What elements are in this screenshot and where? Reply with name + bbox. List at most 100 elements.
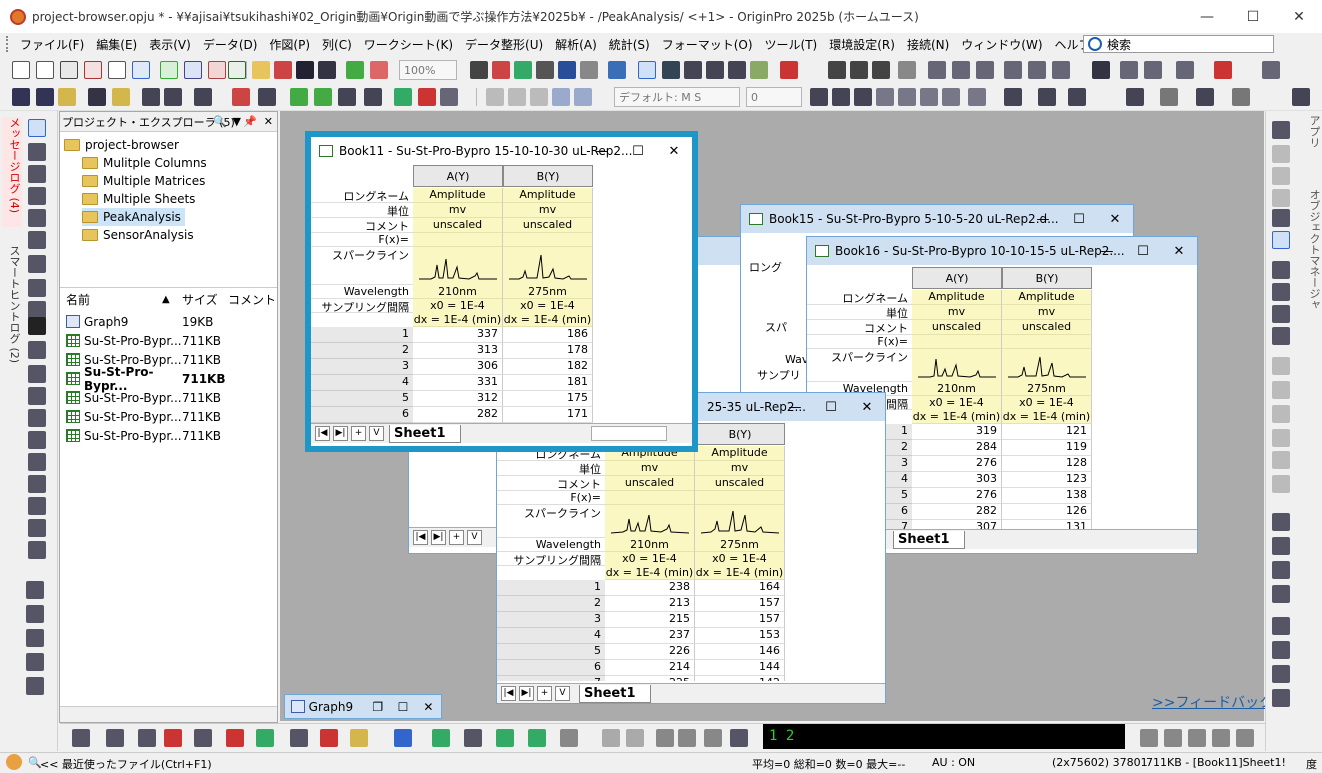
export-icon[interactable] — [208, 61, 226, 79]
dock-2-icon[interactable] — [1164, 729, 1182, 747]
line-spacing-icon[interactable] — [1038, 88, 1056, 106]
column-header-b[interactable]: B(Y) — [695, 423, 785, 445]
close-button[interactable]: ✕ — [1276, 0, 1322, 33]
layout-2-icon[interactable] — [1272, 283, 1290, 301]
table-cell[interactable]: 282 — [912, 504, 1002, 520]
front-icon[interactable] — [1272, 231, 1290, 249]
circle-tool-icon[interactable] — [26, 605, 44, 623]
minimize-icon[interactable]: — — [1025, 212, 1061, 227]
text-tool-icon[interactable] — [28, 317, 46, 335]
plot-setup-icon[interactable] — [394, 88, 412, 106]
dock-4-icon[interactable] — [1212, 729, 1230, 747]
row-number[interactable]: 1 — [497, 580, 605, 596]
minimize-button[interactable]: — — [1184, 0, 1230, 33]
layout-1-icon[interactable] — [1272, 261, 1290, 279]
command-window[interactable]: 1 2 — [763, 724, 1125, 749]
arrange-3-icon[interactable] — [1272, 405, 1290, 423]
prev-sheet-button[interactable]: ▶| — [333, 426, 348, 441]
table-cell[interactable]: 144 — [695, 660, 785, 676]
font-grow-icon[interactable] — [968, 88, 986, 106]
column-plot-icon[interactable] — [952, 61, 970, 79]
origin-app-icon[interactable] — [10, 8, 26, 25]
reader-icon[interactable] — [28, 209, 46, 227]
line-symbol-icon[interactable] — [138, 729, 156, 747]
first-sheet-button[interactable]: |◀ — [501, 686, 516, 701]
worksheet-grid[interactable]: B(Y) ロングネーム Amplitude Amplitude 単位 mv mv… — [497, 423, 867, 681]
maximize-icon[interactable]: ☐ — [1061, 212, 1097, 227]
restore-icon[interactable]: ❐ — [365, 700, 390, 714]
minimize-icon[interactable]: — — [1089, 244, 1125, 259]
undo-disabled-icon[interactable] — [552, 88, 570, 106]
table-cell[interactable]: 157 — [695, 596, 785, 612]
file-row[interactable]: Su-St-Pro-Bypr... 711KB — [60, 407, 277, 426]
table-cell[interactable]: 214 — [605, 660, 695, 676]
region-tool-icon[interactable] — [28, 431, 46, 449]
tree-folder-sensor-analysis[interactable]: SensorAnalysis — [82, 226, 194, 244]
sheet-tab[interactable]: Sheet1 — [893, 531, 965, 549]
mask-toggle-icon[interactable] — [730, 729, 748, 747]
arrange-6-icon[interactable] — [1272, 475, 1290, 493]
menu-edit[interactable]: 編集(E) — [90, 36, 143, 53]
table-cell[interactable]: 157 — [695, 612, 785, 628]
sort-icon[interactable] — [872, 61, 890, 79]
align-right-icon[interactable] — [1272, 189, 1290, 207]
menu-file[interactable]: ファイル(F) — [14, 36, 90, 53]
merge-icon[interactable] — [142, 88, 160, 106]
gray-plot-icon[interactable] — [560, 729, 578, 747]
sheet-tab[interactable]: Sheet1 — [389, 425, 461, 443]
tree-folder-multiple-sheets[interactable]: Multiple Sheets — [82, 190, 195, 208]
row-number[interactable]: 6 — [497, 660, 605, 676]
page-icon[interactable] — [536, 61, 554, 79]
add-layer-icon[interactable] — [88, 88, 106, 106]
mask-clear-icon[interactable] — [704, 729, 722, 747]
color-manager-icon[interactable] — [728, 61, 746, 79]
menu-data[interactable]: データ(D) — [197, 36, 264, 53]
table-cell[interactable]: 175 — [503, 391, 593, 407]
bold-icon[interactable] — [810, 88, 828, 106]
italic-icon[interactable] — [832, 88, 850, 106]
layout-3-icon[interactable] — [1272, 305, 1290, 323]
dock-3-icon[interactable] — [1188, 729, 1206, 747]
message-log-tab[interactable]: メッセージログ (4) — [2, 117, 22, 227]
set-values-icon[interactable] — [898, 61, 916, 79]
table-cell[interactable]: 215 — [605, 612, 695, 628]
align-left-icon[interactable] — [1272, 167, 1290, 185]
column-chart-icon[interactable] — [164, 729, 182, 747]
fontsize-combo[interactable]: 0 — [746, 87, 802, 107]
filter-icon[interactable] — [1004, 61, 1022, 79]
menu-statistics[interactable]: 統計(S) — [603, 36, 656, 53]
arrow-tool-icon[interactable] — [28, 365, 46, 383]
table-cell[interactable]: 126 — [1002, 504, 1092, 520]
maximize-button[interactable]: ☐ — [1230, 0, 1276, 33]
column-header-b[interactable]: B(Y) — [503, 165, 593, 187]
hand-tool-icon[interactable] — [28, 453, 46, 471]
add-sheet-button[interactable]: + — [351, 426, 366, 441]
mask-hide-icon[interactable] — [678, 729, 696, 747]
layout-4-icon[interactable] — [1272, 327, 1290, 345]
worksheet-add-icon[interactable] — [314, 88, 332, 106]
table-cell[interactable]: 186 — [503, 327, 593, 343]
table-cell[interactable]: 182 — [503, 359, 593, 375]
row-number[interactable]: 1 — [311, 327, 413, 343]
object-manager-tab[interactable]: オブジェクトマネージャ — [1302, 189, 1322, 329]
copy-format-icon[interactable] — [1120, 61, 1138, 79]
pattern-icon[interactable] — [1160, 88, 1178, 106]
group-7-icon[interactable] — [1272, 665, 1290, 683]
sum-icon[interactable] — [828, 61, 846, 79]
mask-swap-icon[interactable] — [656, 729, 674, 747]
group-5-icon[interactable] — [1272, 617, 1290, 635]
underline-icon[interactable] — [854, 88, 872, 106]
mask-data-icon[interactable] — [602, 729, 620, 747]
prev-sheet-button[interactable]: ▶| — [519, 686, 534, 701]
font-color-icon[interactable] — [1068, 88, 1086, 106]
arrange-1-icon[interactable] — [1272, 357, 1290, 375]
polar-icon[interactable] — [290, 729, 308, 747]
horizontal-scrollbar[interactable] — [60, 706, 277, 722]
bar-plot-icon[interactable] — [928, 61, 946, 79]
group-8-icon[interactable] — [1272, 689, 1290, 707]
group-4-icon[interactable] — [1272, 585, 1290, 603]
menu-reformat[interactable]: データ整形(U) — [459, 36, 549, 53]
printer-icon[interactable] — [1292, 88, 1310, 106]
peak-analyzer-icon[interactable] — [1214, 61, 1232, 79]
recent-files-link[interactable]: << 最近使ったファイル(Ctrl+F1) — [40, 756, 212, 772]
